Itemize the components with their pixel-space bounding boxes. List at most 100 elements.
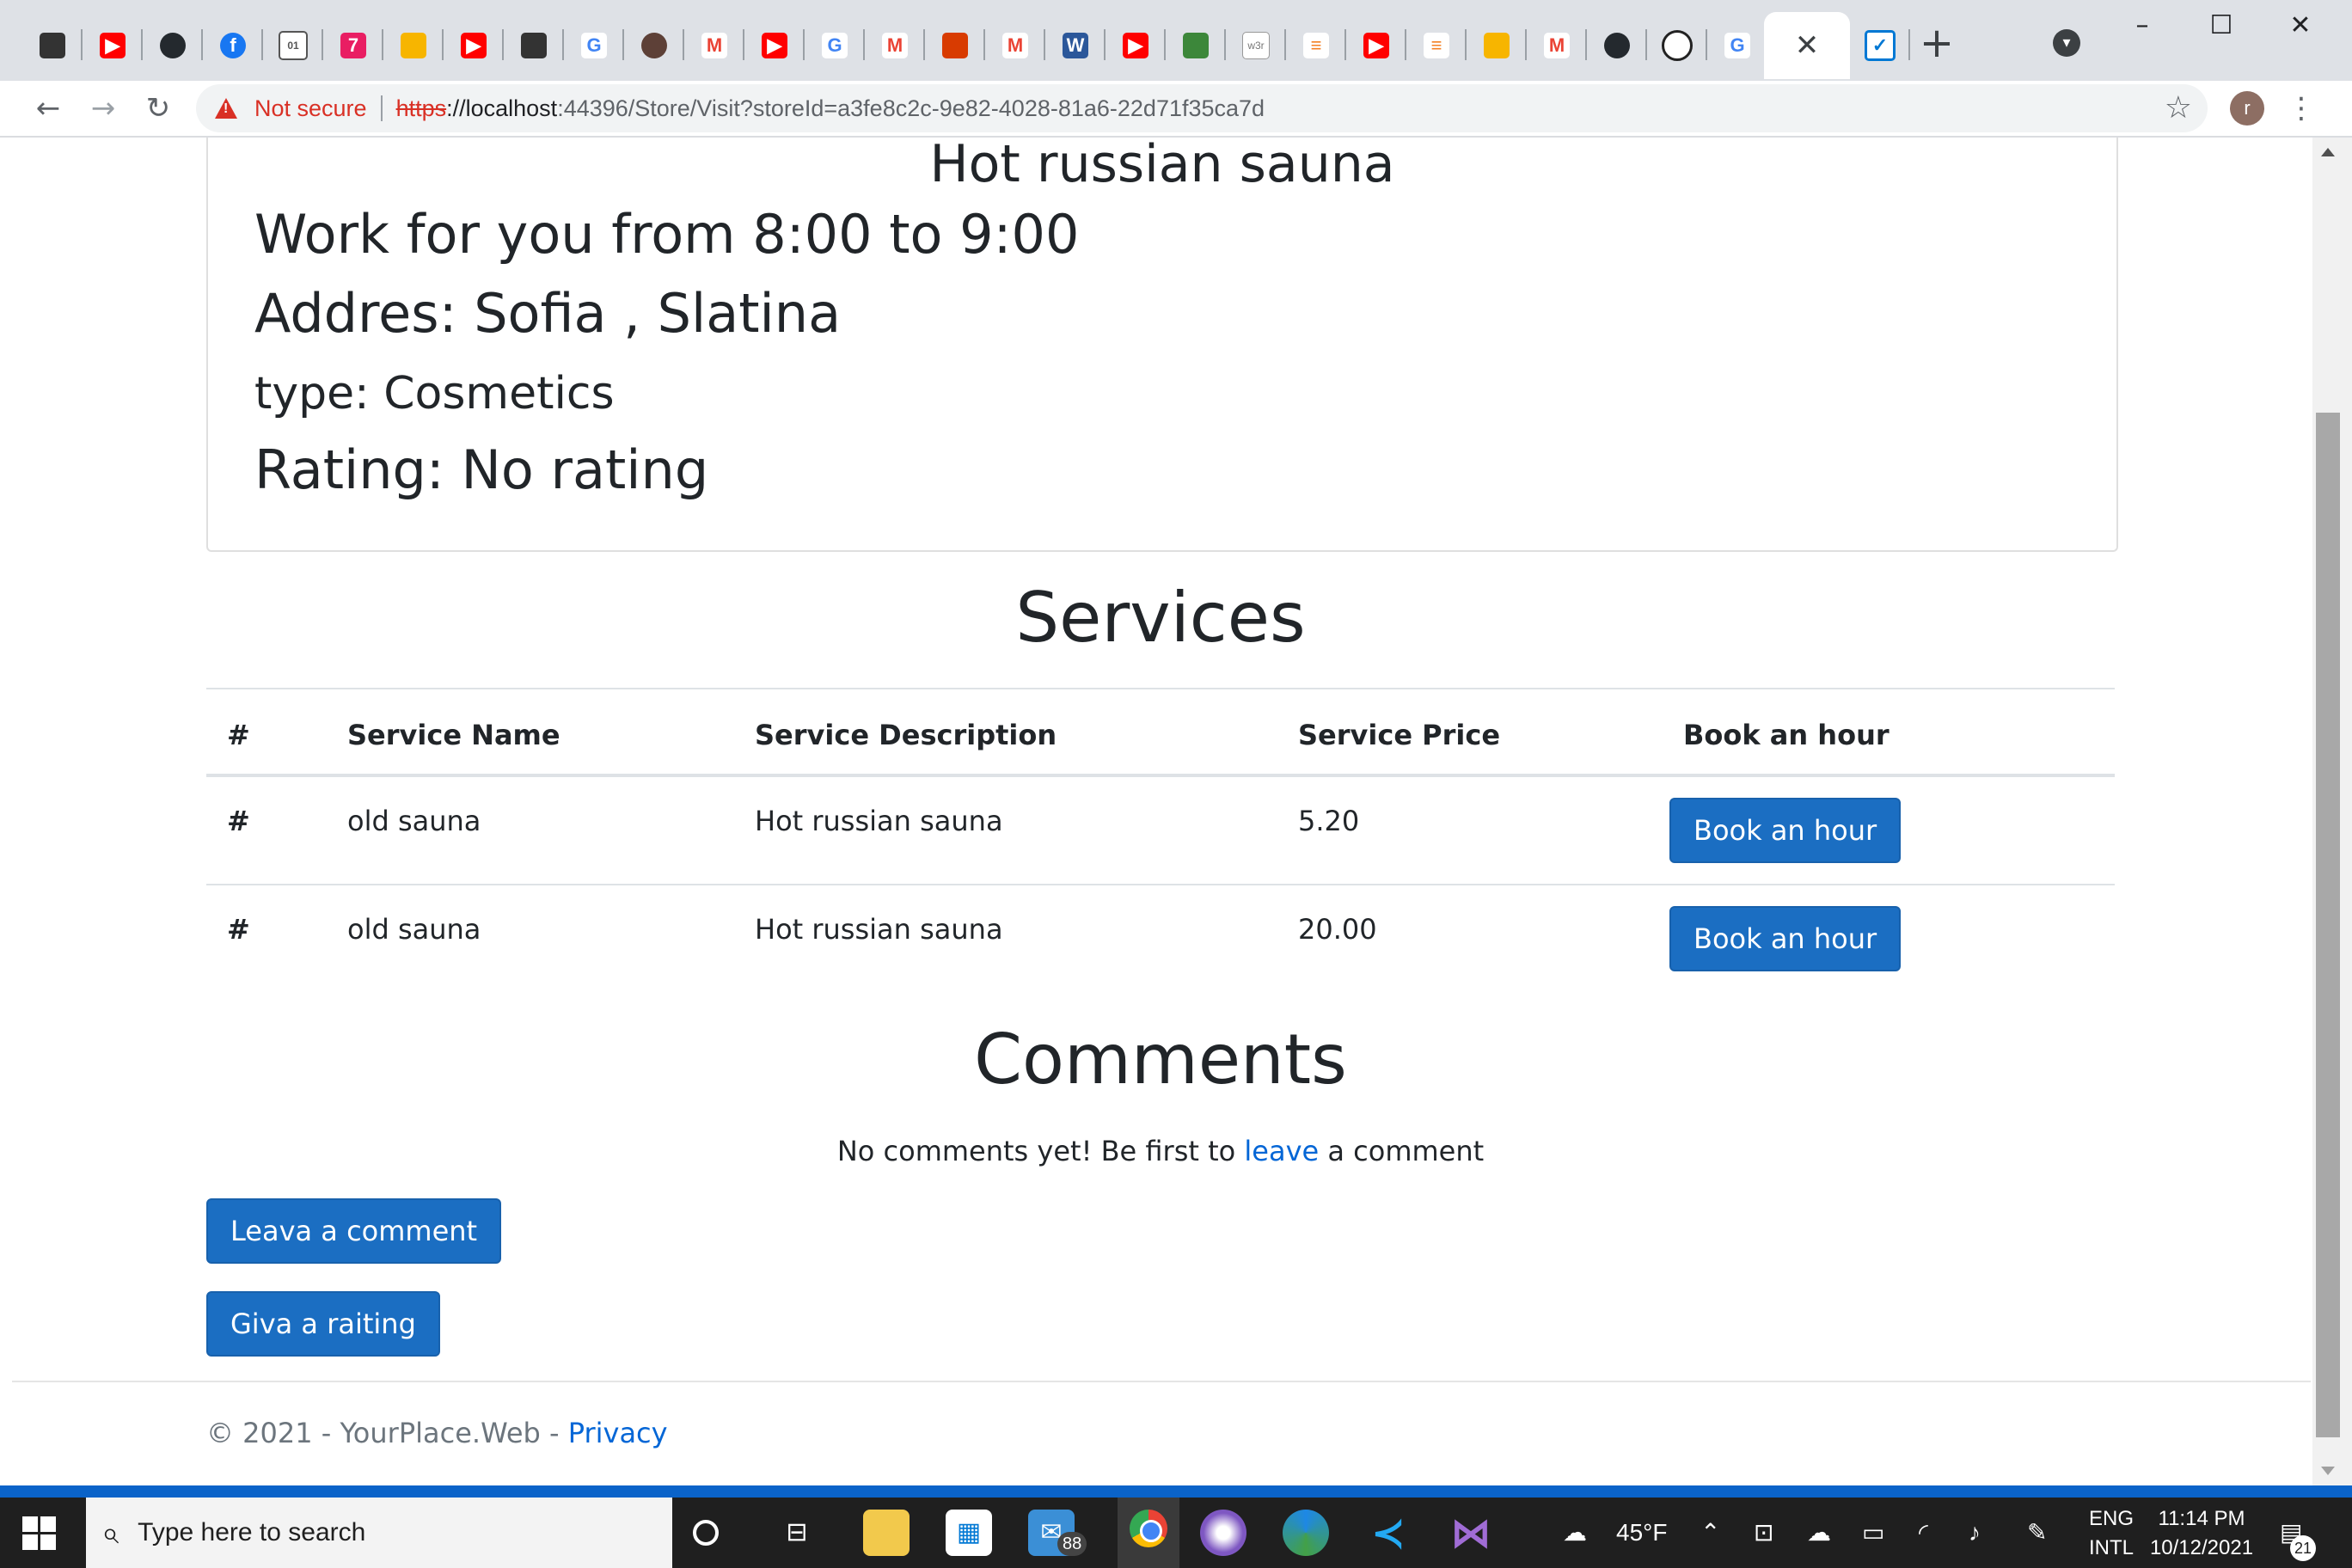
- file-explorer-icon[interactable]: [863, 1510, 910, 1556]
- scroll-up-arrow-icon[interactable]: [2321, 148, 2335, 156]
- profile-avatar[interactable]: r: [2230, 91, 2264, 126]
- tab-stackoverflow-2[interactable]: ≡: [1406, 12, 1467, 79]
- scroll-thumb[interactable]: [2316, 413, 2340, 1437]
- windows-start-icon[interactable]: [22, 1516, 57, 1551]
- tab-youtube-3[interactable]: ▶: [744, 12, 805, 79]
- tab-github-2[interactable]: [1587, 12, 1647, 79]
- onedrive-icon[interactable]: ☁: [1807, 1498, 1831, 1568]
- page-scrollbar[interactable]: [2312, 138, 2352, 1485]
- task-view-icon[interactable]: ⊟: [774, 1510, 820, 1556]
- language-indicator[interactable]: ENG INTL: [2086, 1504, 2137, 1563]
- book-an-hour-button[interactable]: Book an hour: [1669, 906, 1902, 971]
- scroll-down-arrow-icon[interactable]: [2321, 1467, 2335, 1475]
- word-icon: W: [1063, 33, 1088, 58]
- no-comments-suffix: a comment: [1319, 1135, 1485, 1167]
- tab-search-button[interactable]: ▾: [2053, 29, 2080, 57]
- col-number: #: [227, 719, 250, 751]
- gmail-icon: M: [701, 33, 727, 58]
- reload-button[interactable]: ↻: [139, 89, 177, 127]
- battery-icon[interactable]: ▭: [1862, 1498, 1884, 1568]
- not-secure-label[interactable]: Not secure: [254, 95, 367, 122]
- tab-google-3[interactable]: G: [1707, 12, 1767, 79]
- taskbar-search-box[interactable]: ⌕ Type here to search: [86, 1498, 672, 1568]
- chevron-up-icon[interactable]: ⌃: [1700, 1498, 1720, 1568]
- back-button[interactable]: ←: [29, 89, 67, 127]
- tab-sketch-2[interactable]: [1467, 12, 1527, 79]
- tab-globe[interactable]: [1647, 12, 1707, 79]
- tab-youtube-4[interactable]: ▶: [1106, 12, 1166, 79]
- close-icon[interactable]: ✕: [1795, 28, 1820, 63]
- nodejs-icon: [1183, 33, 1209, 58]
- tab-gmail-3[interactable]: M: [985, 12, 1045, 79]
- window-close-button[interactable]: ✕: [2275, 9, 2326, 43]
- row-number: #: [227, 805, 250, 837]
- tab-google-2[interactable]: G: [805, 12, 865, 79]
- app-icon[interactable]: [1200, 1510, 1246, 1556]
- terminal-icon: [521, 33, 547, 58]
- gmail-icon: M: [1002, 33, 1028, 58]
- weather-icon[interactable]: ☁: [1563, 1498, 1587, 1568]
- tab-azure[interactable]: ✓: [1850, 12, 1910, 79]
- services-heading: Services: [1015, 578, 1306, 658]
- visual-studio-icon[interactable]: ⋈: [1448, 1510, 1494, 1556]
- tab-gmail-4[interactable]: M: [1527, 12, 1587, 79]
- leave-comment-button[interactable]: Leava a comment: [206, 1198, 502, 1264]
- tab-youtube-2[interactable]: ▶: [444, 12, 504, 79]
- bookmark-star-icon[interactable]: ☆: [2165, 89, 2192, 126]
- youtube-icon: ▶: [1123, 33, 1148, 58]
- tab-youtube[interactable]: ▶: [83, 12, 143, 79]
- tab-office[interactable]: [925, 12, 985, 79]
- clock[interactable]: 11:14 PM 10/12/2021: [2146, 1504, 2257, 1563]
- network-icon[interactable]: ◜: [1919, 1498, 1928, 1568]
- service-price: 5.20: [1298, 805, 1360, 837]
- privacy-link[interactable]: Privacy: [568, 1417, 668, 1449]
- tab-gmail-2[interactable]: M: [865, 12, 925, 79]
- tab-gmail[interactable]: M: [684, 12, 744, 79]
- seven-icon: 7: [340, 33, 366, 58]
- github-icon: [160, 33, 186, 58]
- facebook-icon: f: [220, 33, 246, 58]
- chrome-taskbar-button[interactable]: [1118, 1498, 1179, 1568]
- tab-google[interactable]: G: [564, 12, 624, 79]
- minimize-button[interactable]: –: [2116, 9, 2168, 43]
- give-rating-button[interactable]: Giva a raiting: [206, 1291, 440, 1357]
- pen-icon[interactable]: ✎: [2027, 1498, 2047, 1568]
- book-an-hour-button[interactable]: Book an hour: [1669, 798, 1902, 863]
- edge-icon[interactable]: [1283, 1510, 1329, 1556]
- address-bar[interactable]: ! Not secure https ://localhost :44396/S…: [196, 84, 2208, 132]
- tab-github[interactable]: [143, 12, 203, 79]
- store-icon[interactable]: ▦: [946, 1510, 992, 1556]
- service-description: Hot russian sauna: [755, 805, 1003, 837]
- tab-terminal[interactable]: [22, 12, 83, 79]
- leave-comment-link[interactable]: leave: [1244, 1135, 1319, 1167]
- tab-nodejs[interactable]: [1166, 12, 1226, 79]
- browser-menu-icon[interactable]: ⋮: [2287, 89, 2316, 127]
- tab-stackoverflow[interactable]: ≡: [1286, 12, 1346, 79]
- tab-word[interactable]: W: [1045, 12, 1106, 79]
- warning-icon: !: [215, 98, 237, 119]
- meet-icon[interactable]: ⊡: [1754, 1498, 1773, 1568]
- weather-temperature[interactable]: 45°F: [1616, 1498, 1667, 1568]
- cortana-icon[interactable]: [693, 1520, 719, 1546]
- maximize-button[interactable]: ☐: [2196, 9, 2247, 43]
- vscode-icon[interactable]: ≺: [1365, 1510, 1412, 1556]
- tab-seven[interactable]: 7: [323, 12, 383, 79]
- sun-icon: [641, 33, 667, 58]
- youtube-icon: ▶: [1363, 33, 1389, 58]
- tab-youtube-5[interactable]: ▶: [1346, 12, 1406, 79]
- tab-sun[interactable]: [624, 12, 684, 79]
- comments-heading: Comments: [974, 1020, 1347, 1099]
- tab-terminal-2[interactable]: [504, 12, 564, 79]
- clock-time: 11:14 PM: [2158, 1507, 2245, 1530]
- tab-facebook[interactable]: f: [203, 12, 263, 79]
- new-tab-button[interactable]: +: [1913, 19, 1961, 67]
- forward-button[interactable]: →: [84, 89, 122, 127]
- volume-icon[interactable]: ♪: [1969, 1498, 1981, 1568]
- binary-icon: 01: [279, 31, 308, 60]
- tab-binary[interactable]: 01: [263, 12, 323, 79]
- tab-w3r[interactable]: w3r: [1226, 12, 1286, 79]
- google-icon: G: [1724, 33, 1750, 58]
- tab-active[interactable]: ✕: [1764, 12, 1850, 79]
- row-number: #: [227, 913, 250, 946]
- tab-sketch[interactable]: [383, 12, 444, 79]
